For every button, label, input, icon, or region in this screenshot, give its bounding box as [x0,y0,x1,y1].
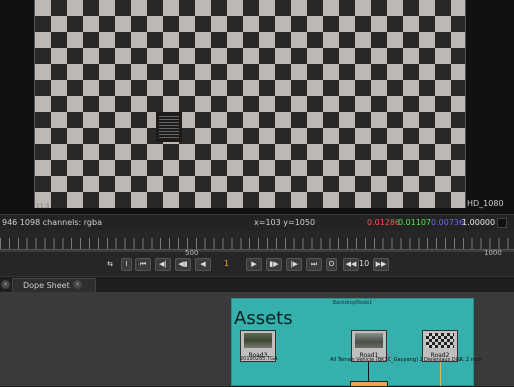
viewer-image-checkerboard[interactable] [34,0,466,208]
step-forward-icon[interactable]: ▮▶ [266,258,282,271]
timeline-ruler[interactable] [0,238,514,250]
viewer-panel[interactable]: 11,3 HD_1080 [0,0,514,214]
next-keyframe-icon[interactable]: |▶ [286,258,302,271]
skip-back-icon[interactable]: ◀◀ [343,258,359,271]
playback-controls: ⇆ I ⏮ ◀| ◀▮ ◀ 1 ▶ ▮▶ |▶ ⏭ O ◀◀ 10 ▶▶ [0,256,514,274]
skip-forward-icon[interactable]: ▶▶ [373,258,389,271]
tab-label: Dope Sheet [23,281,70,290]
play-backward-icon[interactable]: ◀ [195,258,211,271]
connection-wire[interactable] [440,362,441,386]
frame-increment[interactable]: 10 [359,259,369,268]
last-frame-icon[interactable]: ⏭ [306,258,322,271]
size-channels-text: 946 1098 channels: rgba [2,218,102,227]
out-point-icon[interactable]: O [326,258,337,271]
blue-value: 0.00736 [431,218,465,227]
red-value: 0.01286 [367,218,401,227]
play-forward-icon[interactable]: ▶ [246,258,262,271]
backdrop-label: Assets [234,308,293,329]
downstream-node[interactable] [350,381,388,387]
first-frame-icon[interactable]: ⏮ [135,258,151,271]
format-label: HD_1080 [467,199,504,208]
timeline-panel: 500 1000 ⇆ I ⏮ ◀| ◀▮ ◀ 1 ▶ ▮▶ |▶ ⏭ O ◀◀ … [0,230,514,276]
in-point-icon[interactable]: I [121,258,132,271]
close-tab-icon[interactable]: × [73,280,82,289]
image-text-patch [156,112,182,142]
node-sublabel: 20190285.TGA [240,356,278,362]
tab-dope-sheet[interactable]: Dope Sheet [12,278,96,293]
green-value: 0.01107 [398,218,432,227]
backdrop-title: BackdropNode1 [332,300,373,306]
pixel-coords-text: x=103 y=1050 [254,218,316,227]
node-thumbnail [244,333,272,348]
alpha-value: 1.00000 [462,218,496,227]
current-frame[interactable]: 1 [224,259,229,268]
step-back-icon[interactable]: ◀▮ [175,258,191,271]
panel-tab-bar: × Dope Sheet × [0,276,514,293]
node-thumbnail [426,333,454,348]
node-thumbnail [355,333,383,348]
node-sublabel: Dieleniaus DGR..2 mov [424,357,482,363]
bbox-label: 11,3 [36,203,50,210]
color-swatch [497,218,507,228]
loop-icon[interactable]: ⇆ [102,258,118,271]
timeline-track[interactable] [0,250,514,252]
viewer-info-bar: 946 1098 channels: rgba x=103 y=1050 0.0… [0,214,514,230]
close-pane-icon[interactable]: × [1,280,10,289]
connection-wire[interactable] [368,362,369,381]
prev-keyframe-icon[interactable]: ◀| [155,258,171,271]
